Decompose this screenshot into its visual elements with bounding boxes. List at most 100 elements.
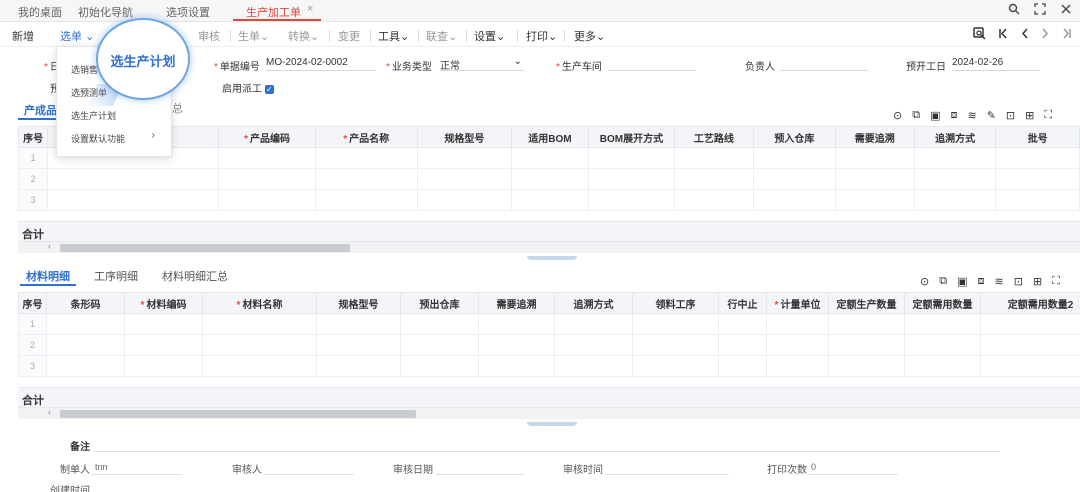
table-cell[interactable] bbox=[834, 147, 915, 169]
column-header[interactable]: * 材料名称 bbox=[202, 292, 317, 314]
table-cell[interactable] bbox=[46, 313, 125, 335]
table-cell[interactable] bbox=[316, 313, 401, 335]
remark-field[interactable] bbox=[94, 451, 1000, 452]
table-cell[interactable] bbox=[995, 147, 1080, 169]
new-button[interactable]: 新增 bbox=[12, 28, 34, 44]
doc-no-field[interactable]: MO-2024-02-0002 bbox=[266, 57, 376, 71]
table-cell[interactable] bbox=[766, 334, 829, 356]
table-cell[interactable] bbox=[316, 334, 401, 356]
lock-icon[interactable]: ⊡ bbox=[1014, 275, 1023, 288]
tab-material-summary[interactable]: 材料明细汇总 bbox=[162, 268, 228, 284]
table-cell[interactable] bbox=[510, 189, 590, 211]
table-cell[interactable] bbox=[904, 355, 981, 377]
change-button[interactable]: 变更 bbox=[338, 28, 360, 44]
locate-icon[interactable] bbox=[973, 27, 986, 43]
edit-icon[interactable]: ✎ bbox=[987, 109, 996, 122]
table-cell[interactable] bbox=[718, 355, 767, 377]
tab-my-desktop[interactable]: 我的桌面 bbox=[18, 4, 62, 20]
duplicate-icon[interactable]: ⧈ bbox=[950, 109, 957, 122]
generate-button[interactable]: 生单⌄ bbox=[238, 28, 269, 44]
tab-summary-partial[interactable]: 总 bbox=[172, 100, 183, 116]
table-row[interactable]: 2 bbox=[17, 168, 1080, 190]
fullscreen-icon[interactable]: ⛶ bbox=[1044, 109, 1052, 122]
table-cell[interactable] bbox=[124, 334, 203, 356]
column-header[interactable]: 定额需用数量2 bbox=[980, 292, 1080, 314]
product-horizontal-scrollbar[interactable]: ‹ bbox=[18, 241, 1080, 253]
table-cell[interactable] bbox=[588, 189, 675, 211]
batch-icon[interactable]: ≋ bbox=[967, 109, 976, 122]
table-cell[interactable] bbox=[510, 168, 590, 190]
column-header[interactable]: 领料工序 bbox=[632, 292, 719, 314]
table-cell[interactable] bbox=[47, 189, 220, 211]
column-header[interactable]: 追溯方式 bbox=[554, 292, 633, 314]
table-row[interactable]: 3 bbox=[18, 355, 1080, 377]
table-cell[interactable] bbox=[202, 355, 317, 377]
table-cell[interactable] bbox=[202, 313, 317, 335]
table-cell[interactable] bbox=[416, 168, 512, 190]
tools-button[interactable]: 工具⌄ bbox=[378, 28, 409, 44]
column-header[interactable]: 需要追溯 bbox=[834, 126, 915, 148]
column-header[interactable]: 批号 bbox=[995, 126, 1080, 148]
table-cell[interactable] bbox=[718, 313, 767, 335]
table-cell[interactable] bbox=[632, 313, 719, 335]
table-cell[interactable] bbox=[673, 147, 755, 169]
lock-icon[interactable]: ⊡ bbox=[1006, 109, 1015, 122]
table-cell[interactable] bbox=[913, 189, 997, 211]
table-cell[interactable] bbox=[46, 334, 125, 356]
paste-icon[interactable]: ▣ bbox=[930, 109, 940, 122]
column-header[interactable]: * 产品名称 bbox=[314, 126, 418, 148]
last-record-icon[interactable] bbox=[1062, 27, 1072, 43]
column-header[interactable]: 预出仓库 bbox=[400, 292, 479, 314]
audit-button[interactable]: 审核 bbox=[198, 28, 220, 44]
table-cell[interactable] bbox=[995, 189, 1080, 211]
table-row[interactable]: 3 bbox=[17, 189, 1080, 211]
table-cell[interactable] bbox=[834, 168, 915, 190]
batch-icon[interactable]: ≋ bbox=[994, 275, 1003, 288]
tab-process-detail[interactable]: 工序明细 bbox=[94, 268, 138, 284]
table-cell[interactable] bbox=[913, 168, 997, 190]
table-cell[interactable] bbox=[834, 189, 915, 211]
table-cell[interactable] bbox=[766, 355, 829, 377]
table-cell[interactable] bbox=[766, 313, 829, 335]
table-cell[interactable] bbox=[416, 189, 512, 211]
columns-icon[interactable]: ⊞ bbox=[1033, 275, 1042, 288]
settings-button[interactable]: 设置⌄ bbox=[474, 28, 505, 44]
table-cell[interactable] bbox=[632, 355, 719, 377]
table-cell[interactable] bbox=[510, 147, 590, 169]
column-header[interactable]: 适用BOM bbox=[510, 126, 590, 148]
tab-finished-product[interactable]: 产成品 bbox=[24, 102, 57, 118]
table-cell[interactable] bbox=[753, 147, 836, 169]
next-record-icon[interactable] bbox=[1041, 27, 1050, 43]
table-cell[interactable] bbox=[828, 355, 905, 377]
table-cell[interactable] bbox=[202, 334, 317, 356]
table-cell[interactable] bbox=[124, 355, 203, 377]
fullscreen-icon[interactable]: ⛶ bbox=[1052, 275, 1060, 288]
select-doc-button[interactable]: 选单 ⌄ bbox=[60, 28, 94, 44]
owner-field[interactable] bbox=[780, 57, 868, 71]
first-record-icon[interactable] bbox=[998, 27, 1008, 43]
columns-icon[interactable]: ⊞ bbox=[1025, 109, 1034, 122]
scroll-left-icon[interactable]: ‹ bbox=[48, 407, 51, 417]
table-cell[interactable] bbox=[554, 355, 633, 377]
scroll-thumb[interactable] bbox=[60, 244, 350, 252]
convert-button[interactable]: 转换⌄ bbox=[288, 28, 319, 44]
table-cell[interactable] bbox=[588, 147, 675, 169]
table-cell[interactable] bbox=[478, 334, 555, 356]
scroll-thumb[interactable] bbox=[60, 410, 416, 418]
dispatch-checkbox[interactable]: ✓ bbox=[264, 84, 274, 94]
copy-row-icon[interactable]: ⧉ bbox=[912, 109, 920, 122]
table-row[interactable]: 1 bbox=[17, 147, 1080, 169]
table-cell[interactable] bbox=[904, 334, 981, 356]
table-cell[interactable] bbox=[46, 355, 125, 377]
column-header[interactable]: 规格型号 bbox=[316, 292, 401, 314]
table-cell[interactable] bbox=[400, 313, 479, 335]
column-header[interactable]: 需要追溯 bbox=[478, 292, 555, 314]
table-cell[interactable] bbox=[218, 189, 316, 211]
material-horizontal-scrollbar[interactable]: ‹ bbox=[18, 407, 1080, 419]
expand-icon[interactable] bbox=[1034, 3, 1046, 18]
print-button[interactable]: 打印⌄ bbox=[526, 28, 557, 44]
table-cell[interactable] bbox=[828, 334, 905, 356]
duplicate-icon[interactable]: ⧈ bbox=[977, 275, 984, 288]
table-cell[interactable] bbox=[980, 313, 1080, 335]
table-cell[interactable] bbox=[904, 313, 981, 335]
